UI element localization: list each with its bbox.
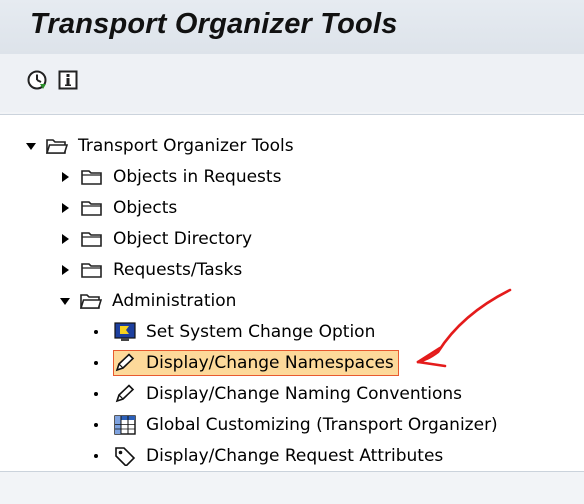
tree-item-display-change-naming-conventions[interactable]: Display/Change Naming Conventions (92, 380, 464, 408)
table-icon (114, 415, 136, 435)
tree-item-label: Display/Change Request Attributes (146, 446, 444, 466)
tree-node-administration[interactable]: Administration (60, 287, 238, 315)
tree-item-global-customizing[interactable]: Global Customizing (Transport Organizer) (92, 411, 500, 439)
tree-panel: Transport Organizer Tools Objects in Req… (0, 114, 584, 472)
pencil-icon (114, 353, 136, 373)
application-toolbar (0, 54, 584, 112)
tree-node-label: Objects (113, 198, 178, 218)
folder-icon (81, 260, 103, 280)
tree-item-label: Display/Change Namespaces (146, 353, 394, 373)
bullet-icon (94, 361, 98, 365)
folder-icon (81, 198, 103, 218)
tree-node-objects[interactable]: Objects (60, 194, 179, 222)
tree-item-set-system-change-option[interactable]: Set System Change Option (92, 318, 377, 346)
bullet-icon (94, 423, 98, 427)
tree-item-label: Display/Change Naming Conventions (146, 384, 463, 404)
tree-node-object-directory[interactable]: Object Directory (60, 225, 254, 253)
tree-node-root[interactable]: Transport Organizer Tools (26, 132, 296, 160)
tree-item-label: Set System Change Option (146, 322, 376, 342)
tree-node-label: Transport Organizer Tools (78, 136, 294, 156)
title-bar: Transport Organizer Tools (0, 0, 584, 54)
pencil-icon (114, 384, 136, 404)
folder-icon (81, 167, 103, 187)
info-icon (58, 70, 78, 90)
tag-icon (114, 446, 136, 466)
tree-item-display-change-request-attributes[interactable]: Display/Change Request Attributes (92, 442, 445, 470)
bullet-icon (94, 392, 98, 396)
tree-node-label: Objects in Requests (113, 167, 282, 187)
info-button[interactable] (57, 69, 79, 91)
expand-caret-icon[interactable] (62, 265, 69, 275)
tree-item-display-change-namespaces[interactable]: Display/Change Namespaces (92, 349, 399, 377)
open-folder-icon (80, 291, 102, 311)
bullet-icon (94, 454, 98, 458)
bullet-icon (94, 330, 98, 334)
execute-button[interactable] (26, 69, 48, 91)
execute-clock-icon (27, 70, 47, 90)
tree-item-label: Global Customizing (Transport Organizer) (146, 415, 498, 435)
tree-node-requests-tasks[interactable]: Requests/Tasks (60, 256, 244, 284)
folder-icon (81, 229, 103, 249)
collapse-caret-icon[interactable] (60, 297, 70, 305)
page-title: Transport Organizer Tools (30, 8, 398, 40)
tree-node-label: Object Directory (113, 229, 253, 249)
expand-caret-icon[interactable] (62, 172, 69, 182)
monitor-flag-icon (114, 322, 136, 342)
tree-node-label: Administration (112, 291, 237, 311)
tree-node-objects-in-requests[interactable]: Objects in Requests (60, 163, 283, 191)
tree-node-label: Requests/Tasks (113, 260, 243, 280)
expand-caret-icon[interactable] (62, 234, 69, 244)
open-folder-icon (46, 136, 68, 156)
selected-highlight[interactable]: Display/Change Namespaces (113, 350, 399, 376)
expand-caret-icon[interactable] (62, 203, 69, 213)
collapse-caret-icon[interactable] (26, 142, 36, 150)
